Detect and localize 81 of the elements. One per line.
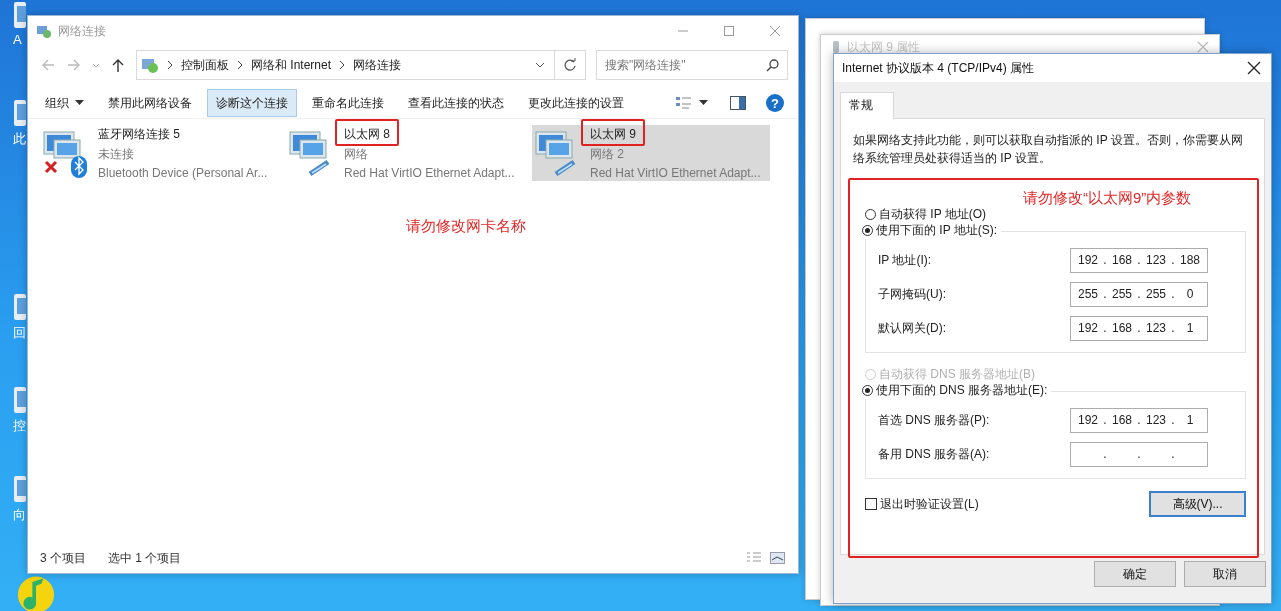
radio-option[interactable]: 自动获得 IP 地址(O) [865,205,1250,223]
view-options-icon[interactable] [675,95,693,111]
desktop-shortcut-icon[interactable] [13,0,26,30]
ip-address-field[interactable]: 255 . 255 . 255 . 0 [1070,281,1208,307]
caret-icon[interactable] [699,100,708,106]
desktop-icon-label[interactable]: 此 [13,130,26,148]
adapter-name: Bluetooth Device (Personal Ar... [98,166,268,180]
desktop-shortcut-icon[interactable] [13,385,26,415]
network-icon [831,40,841,54]
field-label: 首选 DNS 服务器(P): [878,411,991,429]
annotation-text: 请勿修改“以太网9”内参数 [1023,189,1192,208]
breadcrumb-item[interactable]: 控制面板 [181,56,229,74]
network-folder-icon [36,23,52,39]
radio-option[interactable]: 使用下面的 DNS 服务器地址(E): [862,381,1052,399]
adapter-name: Red Hat VirtIO Ethernet Adapt... [344,166,515,180]
advanced-button[interactable]: 高级(V)... [1149,491,1246,517]
connection-status: 未连接 [98,146,135,163]
adapter-name: Red Hat VirtIO Ethernet Adapt... [590,166,761,180]
radio-button[interactable] [862,224,873,236]
toolbar-button[interactable]: 重命名此连接 [303,89,393,117]
monitor-icon [289,131,327,159]
caret-icon [75,100,84,106]
bluetooth-icon [71,156,87,178]
cross-icon [44,160,58,174]
control-panel-icon [141,56,159,74]
preview-pane-icon[interactable] [730,96,746,110]
network-cable-icon [308,159,330,177]
breadcrumb-item[interactable]: 网络连接 [353,56,402,74]
breadcrumb-item[interactable]: 网络和 Internet [251,56,332,74]
connection-name: 蓝牙网络连接 5 [98,126,180,143]
status-text: 选中 1 个项目 [108,549,182,567]
radio-option[interactable]: 使用下面的 IP 地址(S): [862,221,1002,239]
toolbar-button[interactable]: 禁用此网络设备 [99,89,201,117]
connection-status: 网络 2 [590,146,625,163]
field-label: IP 地址(I): [878,251,933,269]
annotation-text: 请勿修改网卡名称 [406,217,526,234]
checkbox[interactable] [865,498,877,510]
refresh-button[interactable] [554,50,586,80]
chevron-icon[interactable] [165,59,175,71]
dialog-button[interactable]: 确定 [1094,561,1176,587]
network-connection-item[interactable]: 以太网 8 网络 Red Hat VirtIO Ethernet Adapt... [286,125,524,181]
ip-address-field[interactable]: . . . [1070,441,1208,467]
desktop-icon-label[interactable]: A [13,32,22,47]
refresh-icon [563,58,577,72]
toolbar-button[interactable]: 组织 [36,89,93,117]
dialog-button[interactable]: 取消 [1184,561,1266,587]
desktop-shortcut-icon[interactable] [13,292,26,322]
network-cable-icon [554,159,576,177]
window-title: Internet 协议版本 4 (TCP/IPv4) 属性 [842,59,1035,77]
toolbar-button[interactable]: 更改此连接的设置 [519,89,633,117]
connection-status: 网络 [344,146,369,163]
toolbar-button[interactable]: 查看此连接的状态 [399,89,513,117]
description-text: 如果网络支持此功能，则可以获取自动指派的 IP 设置。否则，你需要从网络系统管理员处获得适当的 IP 设置。 [853,132,1244,167]
field-label: 子网掩码(U): [878,285,947,303]
tab[interactable]: 常规 [840,92,894,119]
tiles-view-icon[interactable] [770,551,786,565]
radio-button[interactable] [862,384,873,396]
field-label: 备用 DNS 服务器(A): [878,445,991,463]
search-field[interactable]: 搜索"网络连接" [596,50,788,80]
address-bar[interactable]: 控制面板 网络和 Internet 网络连接 [136,50,555,80]
status-text: 3 个项目 [40,549,86,567]
search-icon[interactable] [766,58,780,72]
connection-name: 以太网 9 [590,126,636,143]
ip-address-field[interactable]: 192 . 168 . 123 . 188 [1070,247,1208,273]
window-title: 网络连接 [58,22,107,40]
radio-button[interactable] [865,208,876,220]
ip-address-field[interactable]: 192 . 168 . 123 . 1 [1070,315,1208,341]
up-arrow-icon[interactable] [110,57,126,73]
help-button[interactable]: ? [766,94,784,112]
ip-address-field[interactable]: 192 . 168 . 123 . 1 [1070,407,1208,433]
monitor-icon [43,131,81,159]
checkbox-option[interactable]: 退出时验证设置(L) [865,495,979,513]
field-label: 默认网关(D): [878,319,947,337]
chevron-icon[interactable] [235,59,245,71]
network-connection-item[interactable]: 蓝牙网络连接 5 未连接 Bluetooth Device (Personal Ar... [40,125,278,181]
toolbar-button[interactable]: 诊断这个连接 [207,89,297,117]
close-icon[interactable] [1247,61,1261,75]
connection-name: 以太网 8 [344,126,390,143]
monitor-icon [535,131,573,159]
desktop-shortcut-icon[interactable] [13,474,26,504]
desktop-shortcut-icon[interactable] [13,98,26,128]
